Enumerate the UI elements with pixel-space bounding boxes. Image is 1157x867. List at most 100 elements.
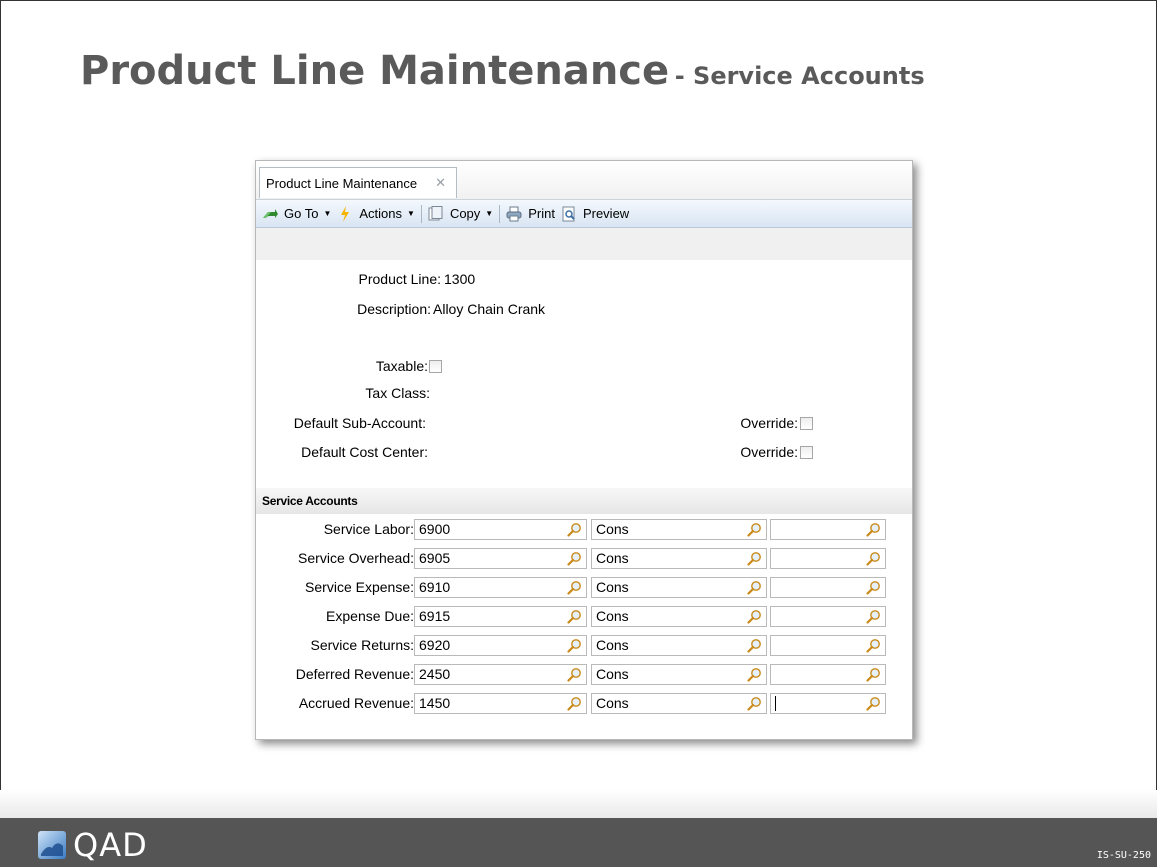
close-icon[interactable]: ✕ (435, 175, 446, 191)
print-button[interactable]: Print (506, 200, 555, 227)
cost-center-field[interactable] (770, 548, 886, 569)
account-field[interactable]: 2450 (414, 664, 587, 685)
lookup-icon[interactable] (866, 638, 881, 653)
sub-account-value: Cons (596, 579, 629, 595)
account-value: 6910 (419, 579, 451, 595)
footer-bar: QAD IS-SU-250 (0, 818, 1157, 867)
slide-title-main: Product Line Maintenance (80, 48, 670, 94)
lookup-icon[interactable] (747, 551, 762, 566)
chevron-down-icon: ▼ (485, 209, 494, 218)
lookup-icon[interactable] (567, 696, 582, 711)
sub-account-value: Cons (596, 637, 629, 653)
slide-title: Product Line Maintenance - Service Accou… (80, 48, 925, 94)
lookup-icon[interactable] (567, 551, 582, 566)
sub-account-value: Cons (596, 666, 629, 682)
sub-account-field[interactable]: Cons (591, 519, 767, 540)
slide-title-sub: - Service Accounts (674, 62, 925, 90)
service-account-label: Deferred Revenue: (295, 666, 414, 682)
cost-center-field[interactable] (770, 519, 886, 540)
account-field[interactable]: 6900 (414, 519, 587, 540)
cost-center-field[interactable] (770, 664, 886, 685)
account-field[interactable]: 6920 (414, 635, 587, 656)
lightning-icon (337, 205, 353, 222)
cost-center-field[interactable] (770, 577, 886, 598)
sub-account-field[interactable]: Cons (591, 664, 767, 685)
lookup-icon[interactable] (866, 522, 881, 537)
goto-button[interactable]: Go To ▼ (262, 200, 331, 227)
service-account-label: Service Overhead: (298, 550, 414, 566)
sub-account-field[interactable]: Cons (591, 635, 767, 656)
account-value: 1450 (419, 695, 451, 711)
override-label-sub-account: Override: (740, 415, 798, 431)
print-label: Print (528, 206, 555, 221)
copy-button[interactable]: Copy ▼ (428, 200, 493, 227)
product-line-label: Product Line: (358, 271, 442, 287)
lookup-icon[interactable] (567, 638, 582, 653)
cost-center-field[interactable] (770, 635, 886, 656)
qad-logo-icon (38, 831, 66, 859)
lookup-icon[interactable] (747, 696, 762, 711)
header-band (256, 228, 912, 260)
taxable-checkbox[interactable] (429, 360, 442, 373)
default-sub-account-label: Default Sub-Account: (293, 415, 426, 431)
tab-bar: Product Line Maintenance ✕ (256, 161, 912, 200)
service-account-row: Deferred Revenue: 2450 Cons (256, 664, 912, 685)
override-cost-center-checkbox[interactable] (800, 446, 813, 459)
lookup-icon[interactable] (747, 638, 762, 653)
chevron-down-icon: ▼ (407, 209, 415, 218)
lookup-icon[interactable] (747, 522, 762, 537)
service-account-label: Service Labor: (323, 521, 414, 537)
preview-icon (561, 206, 577, 222)
lookup-icon[interactable] (747, 580, 762, 595)
qad-logo-text: QAD (73, 826, 148, 864)
goto-label: Go To (284, 206, 319, 221)
service-account-row: Accrued Revenue: 1450 Cons (256, 693, 912, 714)
footer-gradient (0, 790, 1157, 818)
account-value: 6915 (419, 608, 451, 624)
lookup-icon[interactable] (866, 609, 881, 624)
cost-center-field[interactable] (770, 693, 886, 714)
lookup-icon[interactable] (567, 667, 582, 682)
lookup-icon[interactable] (866, 696, 881, 711)
account-value: 2450 (419, 666, 451, 682)
preview-button[interactable]: Preview (561, 200, 629, 227)
account-field[interactable]: 6915 (414, 606, 587, 627)
service-account-row: Service Returns: 6920 Cons (256, 635, 912, 656)
account-field[interactable]: 6910 (414, 577, 587, 598)
account-value: 6905 (419, 550, 451, 566)
description-value: Alloy Chain Crank (433, 301, 546, 317)
service-accounts-header: Service Accounts (256, 488, 912, 514)
override-label-cost-center: Override: (740, 444, 798, 460)
service-account-row: Service Expense: 6910 Cons (256, 577, 912, 598)
service-account-label: Service Expense: (305, 579, 414, 595)
sub-account-field[interactable]: Cons (591, 693, 767, 714)
actions-button[interactable]: Actions ▼ (337, 200, 415, 227)
toolbar-divider (420, 204, 422, 223)
sub-account-field[interactable]: Cons (591, 606, 767, 627)
lookup-icon[interactable] (747, 609, 762, 624)
lookup-icon[interactable] (747, 667, 762, 682)
sub-account-field[interactable]: Cons (591, 577, 767, 598)
goto-arrow-icon (262, 206, 278, 222)
sub-account-field[interactable]: Cons (591, 548, 767, 569)
lookup-icon[interactable] (567, 580, 582, 595)
cost-center-field[interactable] (770, 606, 886, 627)
override-sub-account-checkbox[interactable] (800, 417, 813, 430)
actions-label: Actions (359, 206, 403, 221)
account-value: 6920 (419, 637, 451, 653)
lookup-icon[interactable] (866, 551, 881, 566)
lookup-icon[interactable] (866, 667, 881, 682)
lookup-icon[interactable] (567, 609, 582, 624)
lookup-icon[interactable] (567, 522, 582, 537)
copy-icon (428, 205, 444, 222)
tab-product-line-maintenance[interactable]: Product Line Maintenance ✕ (259, 167, 457, 198)
toolbar-divider (499, 204, 501, 223)
product-line-value: 1300 (444, 271, 476, 287)
taxable-label: Taxable: (375, 358, 428, 374)
account-field[interactable]: 6905 (414, 548, 587, 569)
text-cursor (775, 696, 776, 711)
lookup-icon[interactable] (866, 580, 881, 595)
tab-label: Product Line Maintenance (266, 175, 418, 191)
account-field[interactable]: 1450 (414, 693, 587, 714)
sub-account-value: Cons (596, 608, 629, 624)
